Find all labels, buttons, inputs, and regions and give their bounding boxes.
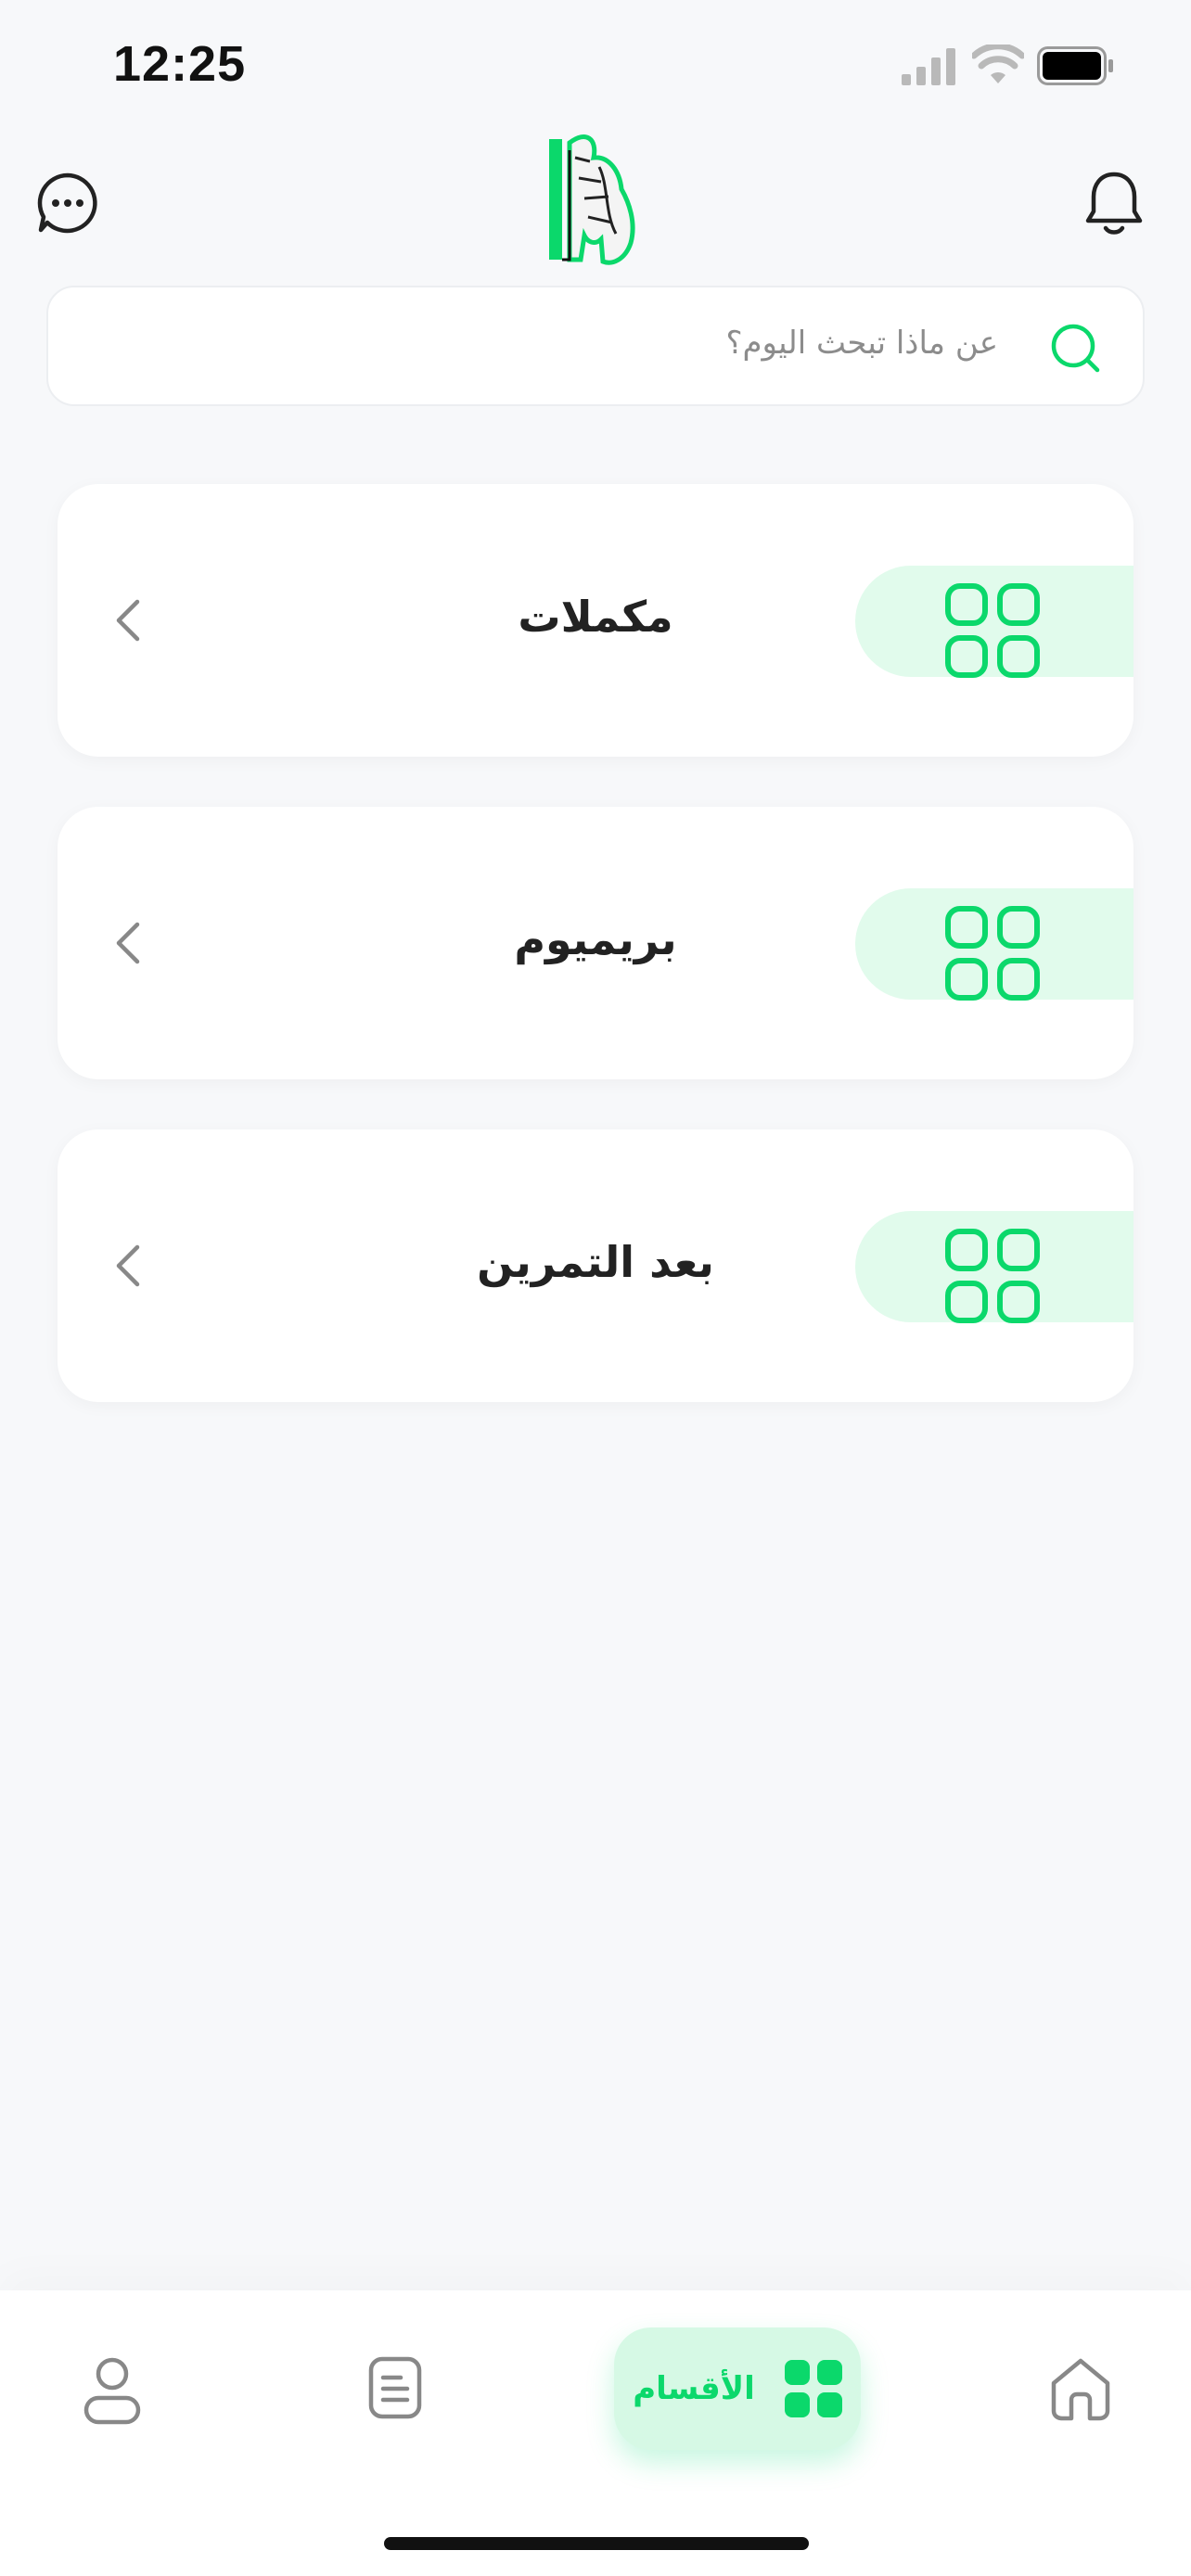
zayona-logo xyxy=(549,134,635,265)
home-indicator xyxy=(384,2537,809,2550)
grid-icon xyxy=(945,906,1040,1001)
battery-icon xyxy=(1037,46,1113,85)
wifi-icon xyxy=(972,45,1024,83)
home-icon xyxy=(1051,2358,1110,2421)
status-time: 12:25 xyxy=(113,36,247,92)
grid-filled-icon xyxy=(784,2360,842,2417)
category-card[interactable]: بريميوم xyxy=(58,807,1133,1079)
category-card[interactable]: مكملات xyxy=(58,484,1133,757)
search-input[interactable]: عن ماذا تبحث اليوم؟ xyxy=(46,286,1145,406)
category-card[interactable]: بعد التمرين xyxy=(58,1129,1133,1402)
chat-button[interactable] xyxy=(35,171,100,236)
document-icon xyxy=(368,2356,422,2419)
cellular-signal-icon xyxy=(902,48,955,85)
search-icon xyxy=(1051,324,1100,373)
nav-profile[interactable] xyxy=(82,2355,143,2426)
bell-icon xyxy=(1085,172,1143,235)
nav-categories-label: الأقسام xyxy=(633,2370,755,2407)
chat-dots-icon xyxy=(37,172,97,234)
grid-icon xyxy=(945,583,1040,678)
nav-orders[interactable] xyxy=(367,2355,423,2420)
nav-categories[interactable]: الأقسام xyxy=(614,2327,861,2450)
nav-home[interactable] xyxy=(1048,2355,1113,2422)
status-bar: 12:25 xyxy=(0,0,1191,139)
search-placeholder: عن ماذا تبحث اليوم؟ xyxy=(725,325,998,362)
grid-icon xyxy=(945,1229,1040,1323)
chevron-left-icon xyxy=(116,1244,140,1287)
chevron-left-icon xyxy=(116,599,140,642)
profile-icon xyxy=(83,2357,141,2425)
notifications-button[interactable] xyxy=(1083,169,1145,237)
chevron-left-icon xyxy=(116,922,140,964)
bottom-navigation: الأقسام xyxy=(0,2290,1191,2576)
